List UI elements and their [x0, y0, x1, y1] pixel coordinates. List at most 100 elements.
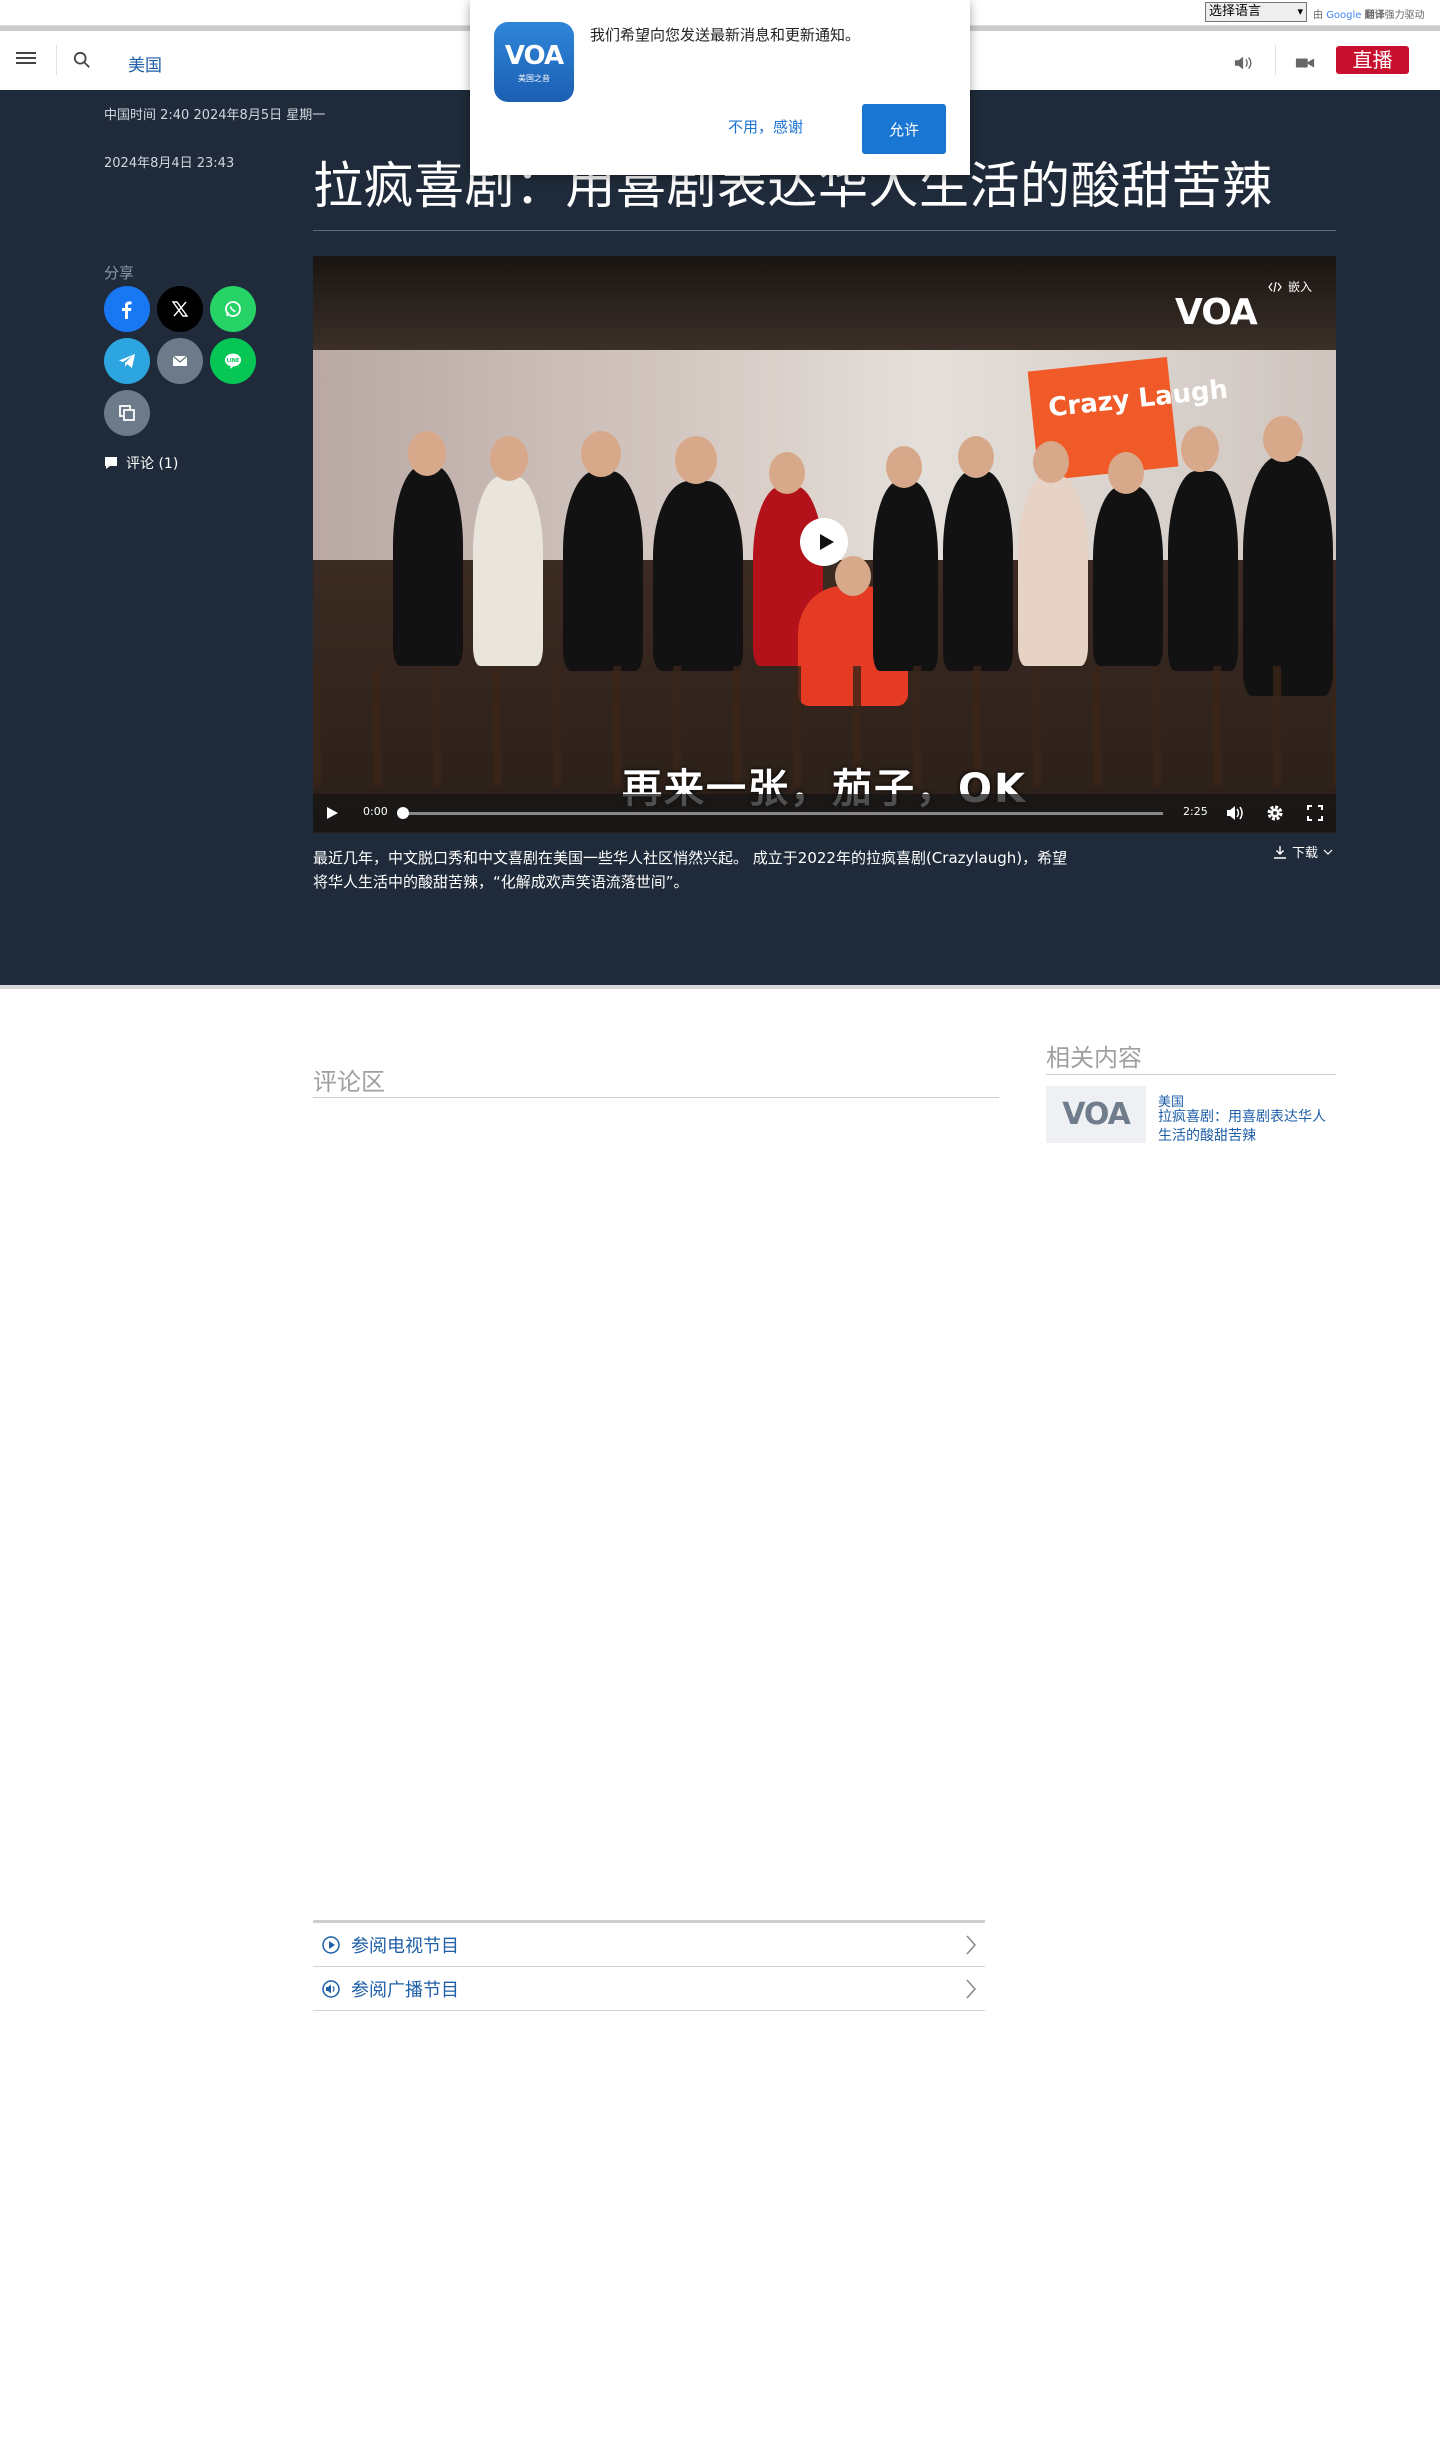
voa-watermark: VOA: [1175, 292, 1258, 333]
radio-schedule-label: 参阅广播节目: [351, 1979, 459, 2001]
copy-icon: [119, 405, 135, 421]
comments-divider: [313, 1097, 999, 1098]
voa-logo-subtext: 美国之音: [518, 73, 550, 83]
embed-button[interactable]: 嵌入: [1268, 278, 1312, 295]
related-content-title: 相关内容: [1046, 1044, 1142, 1072]
video-person-head: [581, 431, 621, 477]
tv-schedule-label: 参阅电视节目: [351, 1935, 459, 1957]
video-person: [1018, 476, 1088, 666]
settings-gear-icon[interactable]: [1266, 804, 1284, 822]
email-share-button[interactable]: [157, 338, 203, 384]
video-person-head: [958, 436, 994, 478]
article-hero: 中国时间 2:40 2024年8月5日 星期一 2024年8月4日 23:43 …: [0, 90, 1440, 985]
line-share-button[interactable]: LINE: [210, 338, 256, 384]
comments-link[interactable]: 评论 (1): [104, 453, 178, 473]
telegram-share-button[interactable]: [104, 338, 150, 384]
translate-powered-by: 由 Google 翻译强力驱动: [1313, 6, 1425, 21]
email-icon: [172, 355, 188, 366]
whatsapp-icon: [225, 301, 241, 317]
tv-schedule-link[interactable]: 参阅电视节目: [313, 1923, 985, 1967]
audio-icon[interactable]: [1234, 55, 1254, 71]
chevron-down-icon: [1323, 849, 1333, 855]
video-person: [1243, 456, 1333, 696]
comment-icon: [105, 457, 117, 469]
progress-track[interactable]: [403, 812, 1163, 815]
volume-icon[interactable]: [1226, 805, 1244, 821]
video-person: [653, 481, 743, 671]
google-logo: Google: [1326, 10, 1362, 21]
headline-divider: [313, 230, 1336, 231]
header-divider: [1275, 45, 1276, 75]
x-share-button[interactable]: [157, 286, 203, 332]
comments-section-title: 评论区: [313, 1068, 385, 1096]
video-person-head: [675, 436, 717, 484]
download-button[interactable]: 下载: [1273, 842, 1333, 861]
search-icon[interactable]: [73, 51, 91, 69]
chevron-right-icon: [966, 1979, 977, 1999]
comments-link-label: 评论 (1): [126, 456, 179, 472]
chevron-right-icon: [966, 1935, 977, 1955]
download-icon: [1274, 845, 1286, 859]
video-person-head: [886, 446, 922, 488]
powered-suffix: 强力驱动: [1384, 10, 1425, 21]
telegram-icon: [119, 354, 135, 368]
play-circle-icon: [322, 1935, 340, 1954]
embed-code-icon: [1268, 281, 1282, 292]
video-camera-icon[interactable]: [1295, 55, 1315, 71]
video-person: [473, 476, 543, 666]
related-thumbnail[interactable]: VOA: [1046, 1086, 1146, 1143]
line-icon: LINE: [225, 353, 241, 369]
play-icon[interactable]: [325, 806, 339, 820]
duration: 2:25: [1183, 805, 1208, 818]
embed-label: 嵌入: [1288, 280, 1313, 294]
video-person-head: [1181, 426, 1219, 472]
notification-message: 我们希望向您发送最新消息和更新通知。: [590, 26, 861, 44]
related-headline[interactable]: 拉疯喜剧：用喜剧表达华人生活的酸甜苦辣: [1158, 1108, 1338, 1146]
powered-prefix: 由: [1313, 10, 1323, 21]
push-notification-prompt: VOA 美国之音 我们希望向您发送最新消息和更新通知。 不用，感谢 允许: [470, 0, 970, 175]
video-person-head: [835, 556, 871, 596]
allow-notifications-button[interactable]: 允许: [862, 104, 946, 154]
video-person-head: [1263, 416, 1303, 462]
hero-bottom-border: [0, 985, 1440, 989]
video-person-head: [769, 452, 805, 494]
video-person: [1168, 471, 1238, 671]
video-person: [873, 481, 938, 671]
decline-notifications-button[interactable]: 不用，感谢: [728, 116, 803, 137]
whatsapp-share-button[interactable]: [210, 286, 256, 332]
download-label: 下载: [1292, 846, 1319, 861]
play-icon: [819, 534, 834, 550]
share-label: 分享: [104, 264, 135, 282]
facebook-icon: [122, 301, 132, 319]
live-button[interactable]: 直播: [1336, 46, 1409, 74]
audio-circle-icon: [322, 1979, 340, 1998]
x-icon: [171, 301, 189, 317]
progress-knob[interactable]: [397, 807, 409, 819]
menu-icon[interactable]: [16, 49, 36, 69]
translate-word[interactable]: 翻译: [1365, 10, 1385, 21]
video-person-head: [490, 436, 528, 481]
related-divider: [1046, 1074, 1336, 1075]
copy-link-button[interactable]: [104, 390, 150, 436]
voa-logo: VOA 美国之音: [494, 22, 574, 102]
publish-date: 2024年8月4日 23:43: [104, 156, 235, 171]
video-person: [393, 466, 463, 666]
video-person: [563, 471, 643, 671]
video-person-head: [408, 431, 446, 476]
video-player[interactable]: Crazy Laugh VOA 嵌入 再来一张，茄子，OK 0:00 2:25: [313, 256, 1336, 833]
video-caption: 最近几年，中文脱口秀和中文喜剧在美国一些华人社区悄然兴起。 成立于2022年的拉…: [313, 849, 1068, 891]
svg-text:LINE: LINE: [227, 358, 240, 364]
video-person: [1093, 486, 1163, 666]
video-controls: 0:00 2:25: [313, 794, 1336, 832]
fullscreen-icon[interactable]: [1307, 805, 1323, 821]
language-select[interactable]: 选择语言: [1205, 2, 1307, 22]
section-link[interactable]: 美国: [128, 51, 162, 76]
video-person: [943, 471, 1013, 671]
header-divider: [56, 45, 57, 75]
radio-schedule-link[interactable]: 参阅广播节目: [313, 1967, 985, 2011]
current-time: 0:00: [363, 805, 388, 818]
voa-logo-text: VOA: [504, 40, 564, 71]
big-play-button[interactable]: [800, 518, 848, 566]
facebook-share-button[interactable]: [104, 286, 150, 332]
china-time-clock: 中国时间 2:40 2024年8月5日 星期一: [104, 108, 326, 123]
